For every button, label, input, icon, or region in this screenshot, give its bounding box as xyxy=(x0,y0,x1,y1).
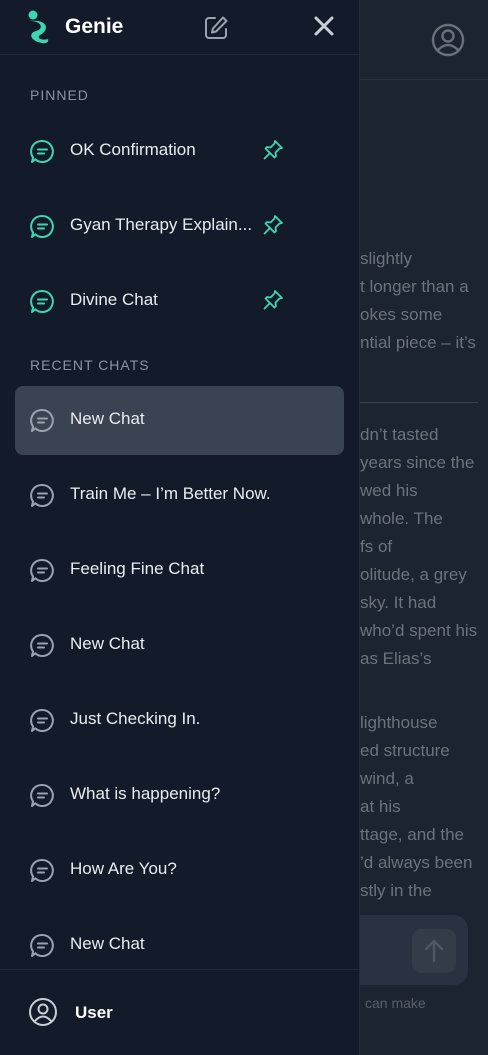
pin-icon[interactable] xyxy=(262,214,284,236)
edit-icon[interactable] xyxy=(204,15,229,40)
pinned-chat-item[interactable]: Gyan Therapy Explain... xyxy=(15,192,344,261)
pin-icon[interactable] xyxy=(262,139,284,161)
message-line: fs of xyxy=(360,537,393,556)
chat-title: Feeling Fine Chat xyxy=(70,559,205,578)
message-line: ed structure xyxy=(360,741,450,760)
message-line: wed his xyxy=(360,481,418,500)
chat-bubble-icon xyxy=(30,858,54,882)
chat-title: Just Checking In. xyxy=(70,709,201,728)
message-line: t longer than a xyxy=(360,277,469,296)
message-line: as Elias’s xyxy=(360,649,432,668)
chat-title: What is happening? xyxy=(70,784,221,803)
genie-logo-icon xyxy=(28,10,49,44)
chat-title: How Are You? xyxy=(70,859,177,878)
chat-title: Divine Chat xyxy=(70,290,158,309)
recent-chat-item[interactable]: Just Checking In. xyxy=(15,686,344,755)
brand-name: Genie xyxy=(65,15,124,38)
user-name: User xyxy=(75,1003,113,1022)
chat-title: New Chat xyxy=(70,634,145,653)
chat-bubble-icon xyxy=(30,408,54,432)
chat-title: Gyan Therapy Explain... xyxy=(70,215,253,234)
chat-bubble-icon xyxy=(30,289,54,313)
recent-chat-item[interactable]: How Are You? xyxy=(15,836,344,905)
chat-bubble-icon xyxy=(30,708,54,732)
sidebar: Genie PINNED OK Confirmation Gyan Therap… xyxy=(0,0,360,1055)
send-button[interactable] xyxy=(412,929,456,973)
message-line: ’d always been xyxy=(360,853,473,872)
recent-chat-item[interactable]: Train Me – I’m Better Now. xyxy=(15,461,344,530)
user-profile-button[interactable]: User xyxy=(0,969,359,1055)
message-line: ttage, and the xyxy=(360,825,464,844)
chat-title: Train Me – I’m Better Now. xyxy=(70,484,271,503)
message-line: at his xyxy=(360,797,401,816)
chat-bubble-icon xyxy=(30,558,54,582)
sidebar-header: Genie xyxy=(0,0,359,55)
message-line: olitude, a grey xyxy=(360,565,467,584)
message-line: wind, a xyxy=(360,769,414,788)
message-line: lighthouse xyxy=(360,713,438,732)
message-divider xyxy=(360,402,478,403)
pinned-section-label: PINNED xyxy=(30,87,89,103)
chat-bubble-icon xyxy=(30,139,54,163)
profile-icon[interactable] xyxy=(430,22,466,58)
pinned-chat-item[interactable]: Divine Chat xyxy=(15,267,344,336)
message-line: dn’t tasted xyxy=(360,425,439,444)
message-line: years since the xyxy=(360,453,475,472)
chat-title: New Chat xyxy=(70,934,145,953)
recent-chat-item[interactable]: New Chat xyxy=(15,611,344,680)
chat-bubble-icon xyxy=(30,633,54,657)
chat-bubble-icon xyxy=(30,483,54,507)
close-icon[interactable] xyxy=(313,15,335,37)
message-line: slightly xyxy=(360,249,412,268)
chat-bubble-icon xyxy=(30,214,54,238)
chat-title: OK Confirmation xyxy=(70,140,196,159)
message-line: whole. The xyxy=(360,509,443,528)
user-icon xyxy=(29,998,57,1026)
message-line: okes some xyxy=(360,305,443,324)
pinned-chat-item[interactable]: OK Confirmation xyxy=(15,117,344,186)
recent-chat-item[interactable]: Feeling Fine Chat xyxy=(15,536,344,605)
arrow-up-icon xyxy=(424,939,444,963)
message-line: stly in the xyxy=(360,881,432,900)
message-line: sky. It had xyxy=(360,593,437,612)
message-line: ntial piece – it’s xyxy=(360,333,476,352)
recent-chat-item-active[interactable]: New Chat xyxy=(15,386,344,455)
recent-chat-item[interactable]: What is happening? xyxy=(15,761,344,830)
chat-bubble-icon xyxy=(30,933,54,957)
recent-section-label: RECENT CHATS xyxy=(30,357,150,373)
message-line: who’d spent his xyxy=(360,621,478,640)
chat-bubble-icon xyxy=(30,783,54,807)
pin-icon[interactable] xyxy=(262,289,284,311)
disclaimer-text: can make xyxy=(365,995,426,1011)
chat-title: New Chat xyxy=(70,409,145,428)
